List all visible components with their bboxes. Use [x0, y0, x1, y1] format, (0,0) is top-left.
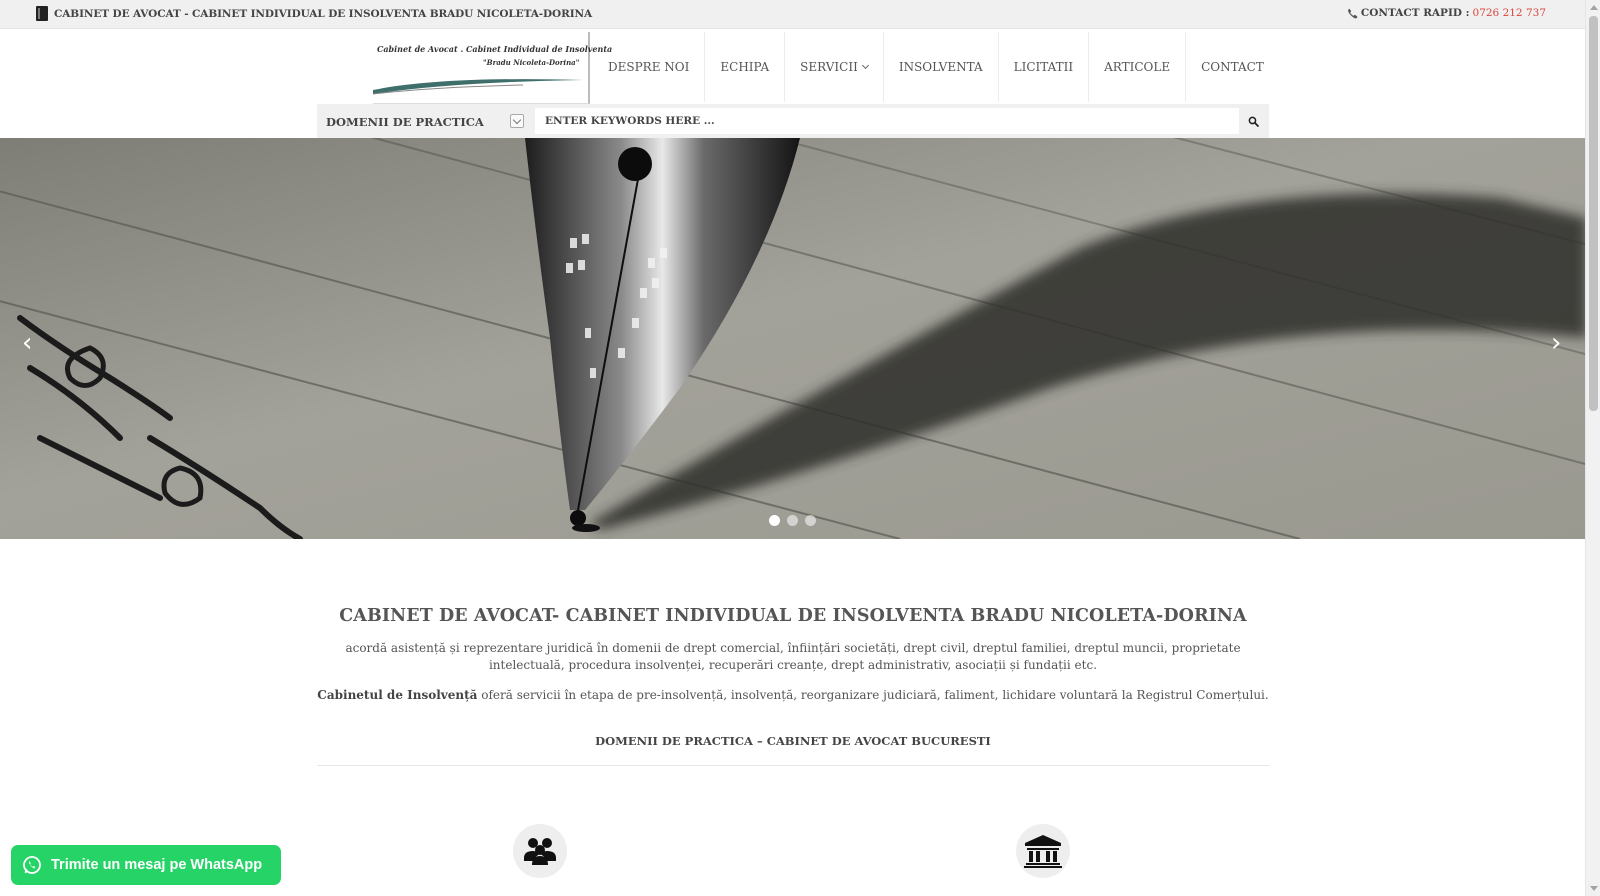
page-scrollbar[interactable]: [1585, 0, 1600, 896]
nav-label: SERVICII: [800, 60, 858, 74]
slider-dot-1[interactable]: [769, 515, 780, 526]
logo-line-2: "Bradu Nicoleta-Dorina": [483, 58, 580, 67]
slider-dots: [769, 515, 816, 526]
nav-contact[interactable]: CONTACT: [1186, 32, 1279, 102]
practice-area-administrative[interactable]: [1016, 824, 1070, 878]
nav-licitatii[interactable]: LICITATII: [999, 32, 1090, 102]
practice-area-family[interactable]: [513, 824, 567, 878]
slider-dot-3[interactable]: [805, 515, 816, 526]
nav-label: DESPRE NOI: [608, 60, 690, 74]
intro-paragraph: acordă asistență și reprezentare juridic…: [345, 641, 1241, 672]
whatsapp-label: Trimite un mesaj pe WhatsApp: [51, 857, 263, 873]
people-group-icon: [524, 838, 556, 865]
insolvency-paragraph: Cabinetul de Insolvență oferă servicii î…: [317, 687, 1269, 704]
logo-line-1: Cabinet de Avocat . Cabinet Individual d…: [377, 44, 613, 54]
contact-label: CONTACT RAPID :: [1360, 7, 1470, 19]
top-bar: CABINET DE AVOCAT - CABINET INDIVIDUAL D…: [0, 0, 1585, 29]
practice-areas-heading: DOMENII DE PRACTICA – CABINET DE AVOCAT …: [317, 734, 1269, 766]
dropdown-toggle-icon[interactable]: [510, 114, 524, 128]
nav-label: ARTICOLE: [1104, 60, 1171, 74]
contact-phone-link[interactable]: 0726 212 737: [1473, 7, 1546, 19]
search-input[interactable]: [535, 108, 1239, 134]
phone-icon: [1347, 8, 1358, 19]
book-icon: [36, 6, 48, 21]
scroll-up-icon[interactable]: [1590, 5, 1598, 10]
whatsapp-icon: [23, 856, 41, 874]
logo-swoosh-icon: [373, 79, 583, 95]
site-logo[interactable]: Cabinet de Avocat . Cabinet Individual d…: [373, 32, 612, 104]
quick-contact: CONTACT RAPID : 0726 212 737: [1347, 7, 1546, 19]
nav-label: CONTACT: [1201, 60, 1264, 74]
intro-section: CABINET DE AVOCAT- CABINET INDIVIDUAL DE…: [317, 606, 1269, 766]
slider-prev-button[interactable]: ‹: [22, 328, 32, 358]
fountain-pen-image: [0, 138, 1587, 539]
chevron-down-icon: [861, 61, 869, 69]
insolvency-text: oferă servicii în etapa de pre-insolvenț…: [477, 688, 1269, 702]
hero-slider: ‹ ›: [0, 138, 1587, 539]
courthouse-icon: [1024, 835, 1062, 868]
whatsapp-button[interactable]: Trimite un mesaj pe WhatsApp: [11, 845, 281, 885]
nav-label: ECHIPA: [720, 60, 770, 74]
nav-label: LICITATII: [1013, 60, 1074, 74]
nav-echipa[interactable]: ECHIPA: [705, 32, 786, 102]
top-brand-text: CABINET DE AVOCAT - CABINET INDIVIDUAL D…: [54, 7, 593, 20]
nav-servicii[interactable]: SERVICII: [785, 32, 884, 102]
page-title: CABINET DE AVOCAT- CABINET INDIVIDUAL DE…: [339, 606, 1247, 626]
search-icon: [1248, 116, 1259, 127]
top-brand: CABINET DE AVOCAT - CABINET INDIVIDUAL D…: [36, 6, 592, 21]
nav-insolventa[interactable]: INSOLVENTA: [884, 32, 999, 102]
insolvency-bold: Cabinetul de Insolvență: [317, 688, 478, 702]
practice-areas-select[interactable]: DOMENII DE PRACTICA: [326, 115, 484, 129]
main-nav: DESPRE NOI ECHIPA SERVICII INSOLVENTA LI…: [593, 32, 1279, 102]
scroll-down-icon[interactable]: [1590, 886, 1598, 891]
nav-despre-noi[interactable]: DESPRE NOI: [593, 32, 706, 102]
slider-next-button[interactable]: ›: [1551, 328, 1561, 358]
scroll-thumb[interactable]: [1589, 16, 1598, 411]
slider-dot-2[interactable]: [787, 515, 798, 526]
search-button[interactable]: [1239, 108, 1267, 134]
nav-articole[interactable]: ARTICOLE: [1089, 32, 1187, 102]
search-bar: DOMENII DE PRACTICA: [317, 104, 1269, 138]
nav-label: INSOLVENTA: [898, 60, 983, 74]
